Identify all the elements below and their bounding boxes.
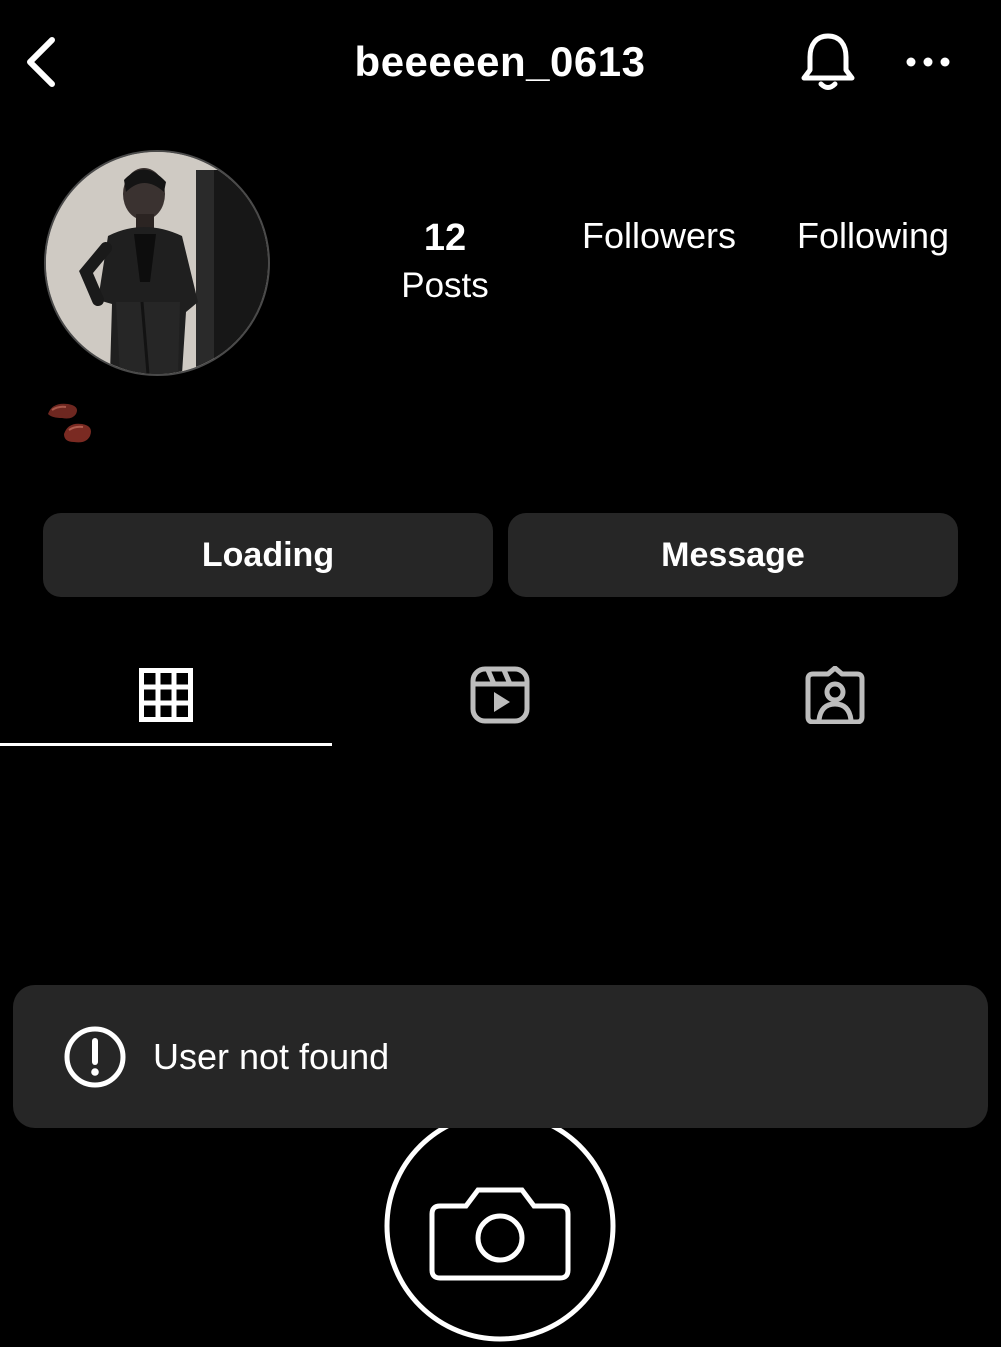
following-stat[interactable]: Following — [782, 212, 964, 260]
profile-avatar[interactable] — [44, 150, 270, 376]
chevron-left-icon — [27, 37, 55, 87]
posts-label: Posts — [401, 266, 489, 305]
alert-circle-icon — [63, 1025, 127, 1089]
more-horizontal-icon — [906, 57, 950, 67]
grid-icon — [139, 668, 193, 722]
reels-icon — [470, 666, 530, 724]
camera-circle-icon — [384, 1110, 616, 1342]
more-options-button[interactable] — [896, 40, 960, 84]
active-tab-indicator — [0, 743, 332, 746]
toast-message: User not found — [153, 1036, 390, 1077]
following-label: Following — [796, 215, 950, 256]
loading-button[interactable]: Loading — [43, 513, 493, 597]
posts-stat[interactable]: 12 Posts — [370, 214, 520, 310]
bio-beans-emoji — [42, 398, 98, 450]
profile-photo — [46, 152, 268, 374]
followers-stat[interactable]: Followers — [566, 212, 752, 260]
followers-label: Followers — [581, 215, 737, 256]
tab-reels[interactable] — [334, 644, 666, 746]
tab-posts-grid[interactable] — [0, 644, 332, 746]
message-button[interactable]: Message — [508, 513, 958, 597]
back-button[interactable] — [14, 28, 70, 96]
posts-count: 12 — [423, 217, 467, 259]
notifications-bell-button[interactable] — [792, 26, 864, 98]
error-toast: User not found — [13, 985, 988, 1128]
tagged-icon — [805, 666, 864, 724]
profile-username: beeeeen_0613 — [354, 38, 646, 85]
tab-tagged[interactable] — [668, 644, 1001, 746]
bell-icon — [801, 33, 855, 90]
